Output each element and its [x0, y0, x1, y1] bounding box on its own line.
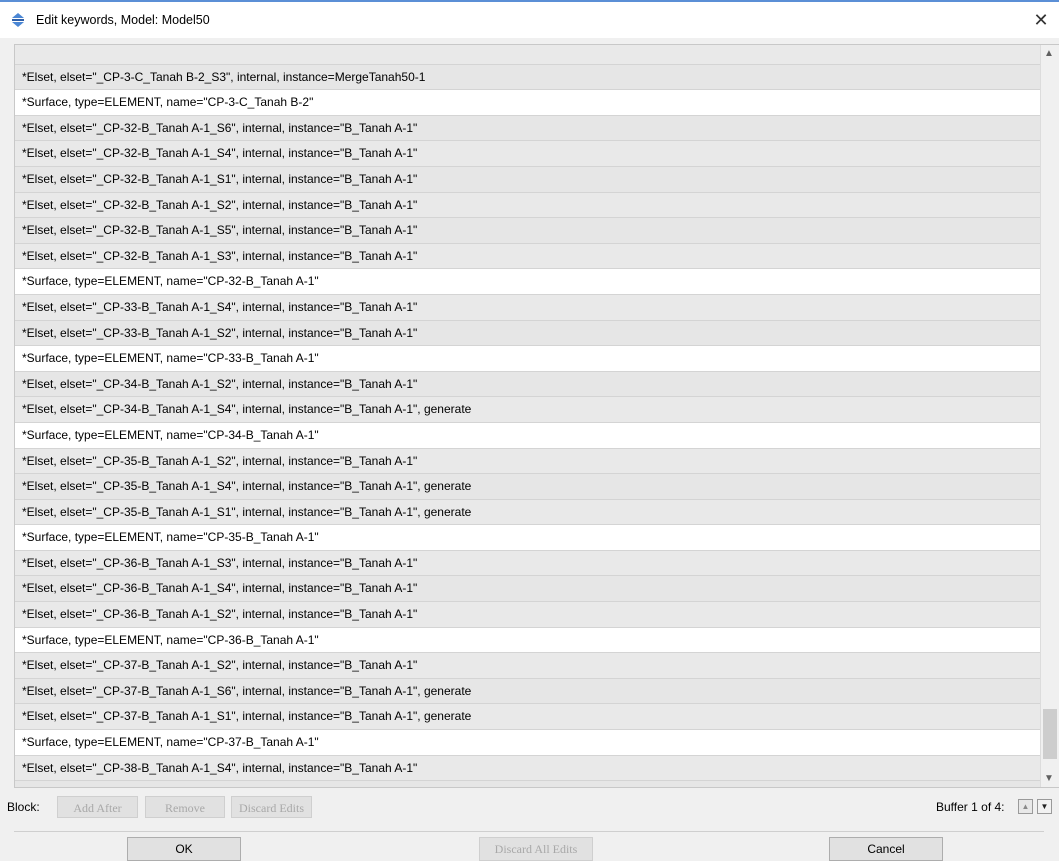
close-button[interactable]: ✕: [1023, 2, 1059, 38]
keyword-text: *Elset, elset="_CP-38-B_Tanah A-1_S3", i…: [15, 781, 417, 787]
keyword-row[interactable]: *Elset, elset="_CP-32-B_Tanah A-1_S1", i…: [15, 166, 1040, 193]
keyword-rows: *Elset, elset="_CP-3-C_Tanah B-2_S3", in…: [15, 45, 1040, 787]
window-title: Edit keywords, Model: Model50: [36, 13, 210, 27]
remove-button[interactable]: Remove: [145, 796, 225, 818]
scrollbar-thumb[interactable]: [1043, 709, 1057, 759]
keyword-text: *Elset, elset="_CP-38-B_Tanah A-1_S4", i…: [22, 760, 418, 775]
title-bar: Edit keywords, Model: Model50 ✕: [0, 2, 1059, 38]
ok-button[interactable]: OK: [127, 837, 241, 861]
footer-separator: [14, 831, 1044, 832]
keyword-row[interactable]: *Elset, elset="_CP-3-C_Tanah B-2_S3", in…: [15, 64, 1040, 91]
keyword-row[interactable]: *Elset, elset="_CP-33-B_Tanah A-1_S2", i…: [15, 320, 1040, 347]
keyword-row[interactable]: *Surface, type=ELEMENT, name="CP-36-B_Ta…: [15, 628, 1040, 654]
vertical-scrollbar[interactable]: ▲ ▼: [1040, 45, 1059, 787]
keyword-row[interactable]: *Elset, elset="_CP-38-B_Tanah A-1_S4", i…: [15, 755, 1040, 782]
keyword-row[interactable]: *Elset, elset="_CP-37-B_Tanah A-1_S6", i…: [15, 678, 1040, 705]
keyword-text: *Elset, elset="_CP-37-B_Tanah A-1_S6", i…: [22, 683, 472, 698]
add-after-button[interactable]: Add After: [57, 796, 138, 818]
keyword-row[interactable]: *Elset, elset="_CP-36-B_Tanah A-1_S4", i…: [15, 576, 1040, 603]
keyword-row[interactable]: *Surface, type=ELEMENT, name="CP-3-C_Tan…: [15, 90, 1040, 116]
keyword-text: *Elset, elset="_CP-36-B_Tanah A-1_S4", i…: [22, 581, 418, 596]
keyword-row[interactable]: *Elset, elset="_CP-37-B_Tanah A-1_S2", i…: [15, 653, 1040, 679]
keyword-row[interactable]: *Elset, elset="_CP-32-B_Tanah A-1_S2", i…: [15, 192, 1040, 219]
keyword-row[interactable]: *Elset, elset="_CP-32-B_Tanah A-1_S6", i…: [15, 115, 1040, 142]
keyword-row[interactable]: *Elset, elset="_CP-36-B_Tanah A-1_S3", i…: [15, 550, 1040, 577]
keyword-text: *Elset, elset="_CP-32-B_Tanah A-1_S1", i…: [22, 171, 418, 186]
keyword-text: *Elset, elset="_CP-32-B_Tanah A-1_S5", i…: [22, 223, 418, 238]
keyword-text: *Elset, elset="_CP-32-B_Tanah A-1_S3", i…: [22, 248, 418, 263]
keyword-text: *Elset, elset="_CP-36-B_Tanah A-1_S2", i…: [22, 607, 418, 622]
keyword-row-clipped[interactable]: [15, 45, 1040, 65]
keyword-text: *Elset, elset="_CP-32-B_Tanah A-1_S2", i…: [22, 197, 418, 212]
keyword-text: *Elset, elset="_CP-33-B_Tanah A-1_S2", i…: [22, 325, 418, 340]
keyword-row[interactable]: *Elset, elset="_CP-32-B_Tanah A-1_S4", i…: [15, 141, 1040, 167]
block-label: Block:: [7, 800, 40, 814]
keyword-text: *Elset, elset="_CP-37-B_Tanah A-1_S1", i…: [22, 709, 472, 724]
keyword-text: *Surface, type=ELEMENT, name="CP-35-B_Ta…: [22, 530, 319, 545]
keyword-row[interactable]: *Surface, type=ELEMENT, name="CP-34-B_Ta…: [15, 423, 1040, 449]
block-toolbar: Block: Add After Remove Discard Edits Bu…: [0, 796, 1059, 820]
discard-edits-button[interactable]: Discard Edits: [231, 796, 312, 818]
keyword-text: *Surface, type=ELEMENT, name="CP-36-B_Ta…: [22, 632, 319, 647]
keyword-text: *Elset, elset="_CP-36-B_Tanah A-1_S3", i…: [22, 555, 418, 570]
keyword-text: *Surface, type=ELEMENT, name="CP-3-C_Tan…: [22, 95, 314, 110]
keyword-row[interactable]: *Surface, type=ELEMENT, name="CP-32-B_Ta…: [15, 269, 1040, 295]
keyword-row[interactable]: *Elset, elset="_CP-32-B_Tanah A-1_S5", i…: [15, 218, 1040, 244]
keyword-text: *Surface, type=ELEMENT, name="CP-33-B_Ta…: [22, 351, 319, 366]
keyword-row[interactable]: *Surface, type=ELEMENT, name="CP-33-B_Ta…: [15, 346, 1040, 372]
app-arrows-icon: [12, 13, 24, 27]
keyword-text: *Elset, elset="_CP-34-B_Tanah A-1_S2", i…: [22, 376, 418, 391]
keyword-text: *Elset, elset="_CP-37-B_Tanah A-1_S2", i…: [22, 658, 418, 673]
keyword-row[interactable]: *Elset, elset="_CP-37-B_Tanah A-1_S1", i…: [15, 704, 1040, 731]
keyword-text: *Surface, type=ELEMENT, name="CP-34-B_Ta…: [22, 427, 319, 442]
keyword-row[interactable]: *Elset, elset="_CP-34-B_Tanah A-1_S4", i…: [15, 397, 1040, 423]
keyword-text: *Elset, elset="_CP-35-B_Tanah A-1_S4", i…: [22, 479, 472, 494]
keyword-text: *Elset, elset="_CP-32-B_Tanah A-1_S6", i…: [22, 120, 418, 135]
scroll-down-icon[interactable]: ▼: [1044, 773, 1054, 784]
keyword-row[interactable]: *Elset, elset="_CP-32-B_Tanah A-1_S3", i…: [15, 243, 1040, 270]
keyword-text: *Elset, elset="_CP-33-B_Tanah A-1_S4", i…: [22, 299, 418, 314]
keyword-row[interactable]: *Elset, elset="_CP-33-B_Tanah A-1_S4", i…: [15, 294, 1040, 321]
keyword-row[interactable]: *Surface, type=ELEMENT, name="CP-35-B_Ta…: [15, 525, 1040, 551]
keyword-row[interactable]: *Elset, elset="_CP-35-B_Tanah A-1_S2", i…: [15, 448, 1040, 475]
cancel-button[interactable]: Cancel: [829, 837, 943, 861]
buffer-spin-down-button[interactable]: ▼: [1037, 799, 1052, 814]
keyword-row[interactable]: *Elset, elset="_CP-36-B_Tanah A-1_S2", i…: [15, 602, 1040, 628]
dialog-footer: OK Discard All Edits Cancel: [0, 837, 1059, 861]
keyword-row[interactable]: *Elset, elset="_CP-35-B_Tanah A-1_S4", i…: [15, 474, 1040, 500]
keyword-text: *Surface, type=ELEMENT, name="CP-37-B_Ta…: [22, 735, 319, 750]
keyword-row[interactable]: *Surface, type=ELEMENT, name="CP-37-B_Ta…: [15, 730, 1040, 756]
keyword-row[interactable]: *Elset, elset="_CP-34-B_Tanah A-1_S2", i…: [15, 371, 1040, 398]
keyword-row[interactable]: *Elset, elset="_CP-35-B_Tanah A-1_S1", i…: [15, 499, 1040, 526]
keyword-text: *Elset, elset="_CP-34-B_Tanah A-1_S4", i…: [22, 402, 472, 417]
keyword-text: *Elset, elset="_CP-35-B_Tanah A-1_S1", i…: [22, 504, 472, 519]
buffer-label: Buffer 1 of 4:: [936, 800, 1005, 814]
keyword-text: *Elset, elset="_CP-35-B_Tanah A-1_S2", i…: [22, 453, 418, 468]
keyword-text: *Elset, elset="_CP-32-B_Tanah A-1_S4", i…: [22, 146, 418, 161]
buffer-spin-up-button[interactable]: ▲: [1018, 799, 1033, 814]
discard-all-edits-button[interactable]: Discard All Edits: [479, 837, 593, 861]
keyword-row[interactable]: *Elset, elset="_CP-38-B_Tanah A-1_S3", i…: [15, 781, 1040, 787]
keyword-text: *Elset, elset="_CP-3-C_Tanah B-2_S3", in…: [22, 69, 426, 84]
scroll-up-icon[interactable]: ▲: [1044, 48, 1054, 59]
keyword-text: *Surface, type=ELEMENT, name="CP-32-B_Ta…: [22, 274, 319, 289]
keyword-list[interactable]: *Elset, elset="_CP-3-C_Tanah B-2_S3", in…: [14, 44, 1059, 788]
